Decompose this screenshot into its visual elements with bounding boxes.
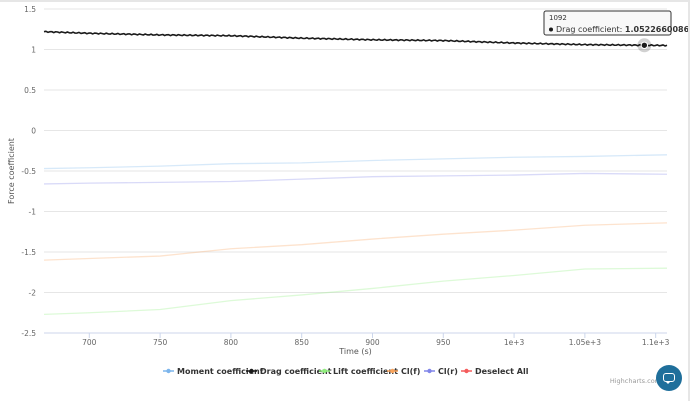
legend-item-deselect-all[interactable]: Deselect All [461,367,529,376]
grid-lines [44,8,667,334]
y-tick-label: 1 [31,46,36,55]
y-tick-label: -2 [29,289,37,298]
x-tick-label: 850 [295,338,310,347]
y-tick-label: -1 [29,208,37,217]
legend-symbol-marker [166,368,171,374]
legend-symbol-marker [427,368,432,374]
tooltip-series-line: Drag coefficient: 1.052266008625 [556,25,690,34]
x-axis-ticks: 700 750 800 850 900 950 1e+3 1.05e+3 1.1e+3 [82,333,670,347]
chat-bubble-icon[interactable] [656,365,682,391]
tooltip-series-dot [549,27,553,32]
legend: Moment coefficientDrag coefficient Lift c… [163,367,529,376]
y-axis-title: Force coefficient [7,138,16,204]
series-line-lift-coefficient[interactable] [43,267,668,316]
x-tick-label: 1e+3 [504,338,525,347]
y-tick-label: -1.5 [21,248,36,257]
legend-symbol-marker [390,368,395,374]
x-tick-label: 1.1e+3 [642,338,670,347]
legend-label: Cl(r) [438,367,458,376]
legend-item-cl-r[interactable]: Cl(r) [424,367,458,376]
credits-label[interactable]: Highcharts.com [610,377,661,385]
y-axis-ticks: 1.5 1 0.5 0 -0.5 -1 -1.5 -2 -2.5 [21,5,36,338]
x-axis-title: Time (s) [338,347,372,356]
tooltip: 1092 Drag coefficient: 1.052266008625 [543,10,690,36]
chart-svg: 1.5 1 0.5 0 -0.5 -1 -1.5 -2 -2.5 700 750 800 850 900… [7,5,690,385]
y-tick-label: -0.5 [21,167,36,176]
tooltip-title: 1092 [549,14,567,22]
x-tick-label: 950 [436,338,451,347]
y-tick-label: -2.5 [21,329,36,338]
chart-container: 1.5 1 0.5 0 -0.5 -1 -1.5 -2 -2.5 700 750 800 850 900… [0,0,690,401]
y-tick-label: 1.5 [24,5,36,14]
series-line-moment-coefficient[interactable] [43,154,668,170]
tooltip-series-label: Drag coefficient: [556,25,625,34]
series-line-cl-f[interactable] [43,222,668,261]
frame-top-border [0,0,690,2]
x-tick-label: 1.05e+3 [569,338,602,347]
legend-label: Cl(f) [401,367,420,376]
legend-label: Deselect All [475,367,529,376]
y-tick-label: 0.5 [24,86,36,95]
legend-symbol-marker [249,368,254,374]
legend-symbol-marker [464,368,469,374]
hover-point[interactable] [640,41,649,49]
y-tick-label: 0 [31,127,36,136]
series-line-cl-r[interactable] [43,172,668,185]
legend-symbol-marker [322,368,327,374]
hover-marker [637,38,652,53]
x-tick-label: 700 [82,338,97,347]
tooltip-value: 1.052266008625 [625,25,690,34]
series-layer [43,30,668,316]
x-tick-label: 800 [224,338,239,347]
x-tick-label: 750 [153,338,168,347]
x-tick-label: 900 [365,338,380,347]
